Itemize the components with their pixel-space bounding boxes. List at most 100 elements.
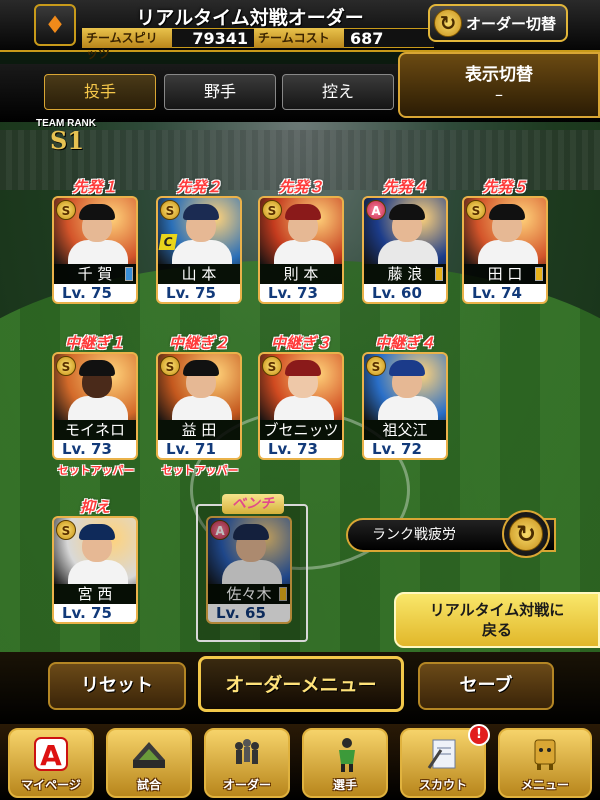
player-name-text: モイネロ	[64, 421, 125, 439]
player-level: Lv. 72	[362, 440, 448, 460]
tab-fielder[interactable]: 野手	[164, 74, 276, 110]
nav-scout[interactable]: スカウト !	[400, 724, 490, 798]
team-rank-value: S1	[50, 126, 85, 155]
player-card[interactable]: 中継ぎ２ S 益 田 Lv. 71 セットアッパー	[156, 334, 242, 477]
player-card[interactable]: 先発４ A 藤 浪 Lv. 60	[362, 178, 448, 304]
player-card[interactable]: 抑え S 宮 西 Lv. 75	[52, 498, 138, 624]
rarity-badge-icon: S	[366, 356, 386, 376]
player-name: 千 賀	[52, 264, 138, 284]
player-portrait: SC	[156, 196, 242, 264]
display-toggle-label: 表示切替	[465, 65, 533, 85]
rarity-badge-icon: A	[366, 200, 386, 220]
header: ♦ リアルタイム対戦オーダー チームスピリッツ 79341 チームコスト 687…	[0, 0, 600, 61]
player-role: 中継ぎ１	[64, 334, 125, 352]
svg-text:A: A	[40, 739, 62, 772]
player-role: 先発５	[482, 178, 528, 196]
player-role: 中継ぎ４	[374, 334, 435, 352]
nav-player-label: 選手	[332, 778, 357, 792]
player-name: 宮 西	[52, 584, 138, 604]
player-card[interactable]: 先発３ S 則 本 Lv. 73	[258, 178, 344, 304]
nav-menu[interactable]: メニュー	[498, 728, 592, 798]
players-icon	[235, 739, 259, 764]
player-icon	[339, 738, 355, 772]
rarity-badge-icon: S	[466, 200, 486, 220]
tab-pitcher[interactable]: 投手	[44, 74, 156, 110]
player-role: 中継ぎ３	[270, 334, 331, 352]
nav-player[interactable]: 選手	[302, 728, 388, 798]
nav-game[interactable]: 試合	[106, 728, 192, 798]
rarity-badge-icon: S	[262, 356, 282, 376]
player-name-text: 祖父江	[382, 421, 428, 439]
player-name-text: 田 口	[487, 265, 523, 283]
nav-order-label: オーダー	[222, 778, 271, 792]
player-name: ブセニッツ	[258, 420, 344, 440]
stadium-icon	[133, 742, 165, 768]
notification-badge: !	[468, 724, 490, 746]
player-portrait: S	[462, 196, 548, 264]
player-level: Lv. 75	[52, 604, 138, 624]
nav-order[interactable]: オーダー	[204, 728, 290, 798]
bench-label: ベンチ	[222, 494, 284, 514]
team-stats: チームスピリッツ 79341 チームコスト 687	[82, 28, 434, 61]
action-bar: リセット オーダーメニュー セーブ	[0, 652, 600, 724]
player-name-text: 藤 浪	[387, 265, 423, 283]
display-toggle-value: –	[495, 85, 503, 104]
order-menu-button[interactable]: オーダーメニュー	[198, 656, 404, 712]
player-portrait: S	[52, 196, 138, 264]
player-role: 抑え	[79, 498, 110, 516]
player-card[interactable]: 先発５ S 田 口 Lv. 74	[462, 178, 548, 304]
tab-reserve[interactable]: 控え	[282, 74, 394, 110]
team-rank: TEAM RANK S1	[36, 118, 96, 153]
player-card[interactable]: 中継ぎ１ S モイネロ Lv. 73 セットアッパー	[52, 334, 138, 477]
team-logo-icon[interactable]: ♦	[34, 4, 76, 46]
rarity-badge-icon: S	[262, 200, 282, 220]
player-role: 先発３	[278, 178, 324, 196]
player-name-text: 山 本	[181, 265, 217, 283]
player-portrait: S	[258, 196, 344, 264]
rank-fatigue-cycle-button[interactable]: ↻	[502, 510, 550, 558]
player-portrait: S	[156, 352, 242, 420]
player-level: Lv. 73	[258, 440, 344, 460]
player-subrole: セットアッパー	[57, 464, 135, 477]
return-to-realtime-button[interactable]: リアルタイム対戦に 戻る	[394, 592, 600, 648]
player-role: 中継ぎ２	[168, 334, 229, 352]
nav-mypage[interactable]: A マイページ	[8, 728, 94, 798]
scout-icon	[427, 739, 456, 769]
display-toggle-button[interactable]: 表示切替 –	[398, 52, 600, 118]
team-logo-glyph: ♦	[44, 11, 66, 39]
rank-fatigue-label: ランク戦疲労	[372, 527, 456, 543]
player-card[interactable]: 中継ぎ４ S 祖父江 Lv. 72	[362, 334, 448, 460]
team-spirits-label: チームスピリッツ	[82, 28, 172, 61]
player-name: モイネロ	[52, 420, 138, 440]
player-portrait: S	[52, 352, 138, 420]
cycle-icon: ↻	[434, 9, 462, 37]
player-name: 益 田	[156, 420, 242, 440]
order-switch-button[interactable]: ↻ オーダー切替	[428, 4, 568, 42]
player-level: Lv. 74	[462, 284, 548, 304]
nav-menu-label: メニュー	[520, 778, 569, 792]
return-button-label: リアルタイム対戦に 戻る	[429, 601, 565, 639]
player-level: Lv. 73	[52, 440, 138, 460]
nav-scout-label: スカウト	[418, 778, 467, 792]
a-letter-icon: A	[34, 737, 68, 772]
page-title: リアルタイム対戦オーダー	[136, 7, 364, 29]
save-button[interactable]: セーブ	[418, 662, 554, 710]
player-name-text: 宮 西	[77, 585, 113, 603]
player-level: Lv. 73	[258, 284, 344, 304]
player-name-text: ブセニッツ	[263, 421, 339, 439]
rarity-badge-icon: S	[56, 356, 76, 376]
player-name-text: 千 賀	[77, 265, 113, 283]
player-role: 先発２	[176, 178, 222, 196]
team-cost-label: チームコスト	[254, 28, 344, 48]
player-role: 先発１	[72, 178, 118, 196]
player-role: 先発４	[382, 178, 428, 196]
team-cost-value: 687	[344, 28, 434, 48]
player-card[interactable]: 中継ぎ３ S ブセニッツ Lv. 73	[258, 334, 344, 460]
nav-mypage-label: マイページ	[21, 778, 81, 792]
player-card[interactable]: 先発２ S C 山 本 Lv. 75	[156, 178, 242, 304]
rarity-badge-icon: S	[160, 200, 180, 220]
player-card[interactable]: 先発１ S 千 賀 Lv. 75	[52, 178, 138, 304]
rarity-badge-icon: S	[56, 200, 76, 220]
player-name: 山 本	[156, 264, 242, 284]
reset-button[interactable]: リセット	[48, 662, 186, 710]
